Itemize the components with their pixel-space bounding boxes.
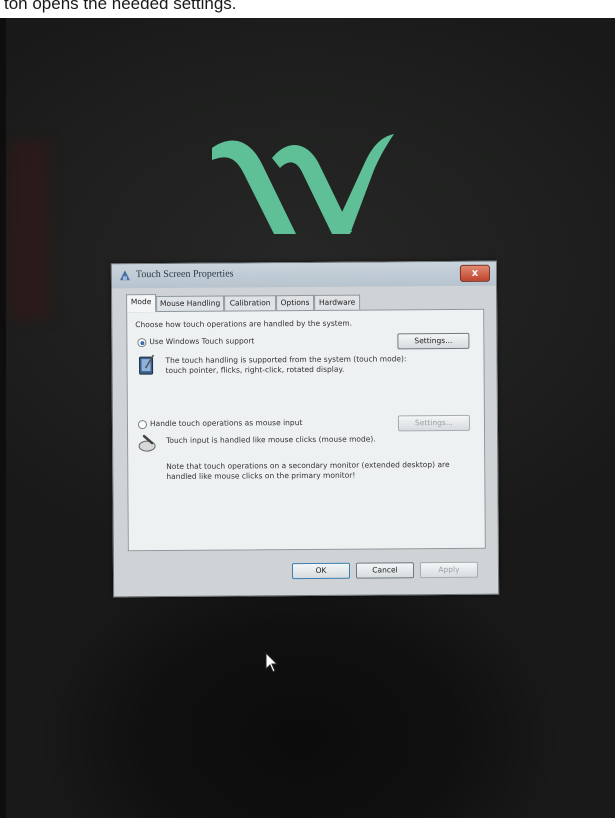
title-bar[interactable]: Touch Screen Properties x bbox=[111, 261, 497, 289]
mouse-input-label: Handle touch operations as mouse input bbox=[149, 418, 303, 429]
apply-button[interactable]: Apply bbox=[419, 561, 479, 579]
windows-touch-radio[interactable] bbox=[137, 338, 147, 348]
caption-text: ton opens the needed settings. bbox=[4, 0, 237, 13]
monitor-bezel bbox=[0, 18, 6, 818]
tablet-pen-icon bbox=[139, 354, 155, 375]
touch-app-icon bbox=[119, 270, 130, 281]
touch-settings-button[interactable]: Settings... bbox=[397, 332, 470, 350]
touch-mode-desc-line2: touch pointer, flicks, right-click, rota… bbox=[165, 364, 345, 375]
close-icon: x bbox=[471, 267, 479, 279]
caption-strip: ton opens the needed settings. bbox=[0, 0, 615, 18]
screen-reflection bbox=[10, 140, 50, 320]
tab-hardware[interactable]: Hardware bbox=[314, 294, 361, 310]
close-button[interactable]: x bbox=[459, 264, 490, 282]
mouse-input-radio[interactable] bbox=[137, 420, 147, 430]
secondary-monitor-note-line1: Note that touch operations on a secondar… bbox=[166, 459, 450, 471]
mode-tab-panel: Choose how touch operations are handled … bbox=[126, 308, 486, 552]
mouse-settings-button[interactable]: Settings... bbox=[397, 414, 471, 432]
cancel-button[interactable]: Cancel bbox=[355, 562, 415, 579]
w-logo-icon bbox=[212, 134, 394, 234]
windows-touch-label: Use Windows Touch support bbox=[149, 336, 255, 347]
window-title: Touch Screen Properties bbox=[135, 268, 234, 281]
secondary-monitor-note-line2: handled like mouse clicks on the primary… bbox=[166, 470, 356, 481]
tab-mouse-handling[interactable]: Mouse Handling bbox=[156, 295, 225, 312]
tab-mode[interactable]: Mode bbox=[126, 294, 157, 313]
touch-mode-desc-line1: The touch handling is supported from the… bbox=[165, 354, 407, 365]
tab-options[interactable]: Options bbox=[276, 294, 315, 311]
mouse-mode-desc: Touch input is handled like mouse clicks… bbox=[166, 434, 376, 445]
mouse-pointer-icon bbox=[265, 652, 279, 673]
finger-touch-icon bbox=[138, 434, 156, 452]
ok-button[interactable]: OK bbox=[291, 562, 351, 580]
intro-text: Choose how touch operations are handled … bbox=[135, 318, 353, 330]
tab-calibration[interactable]: Calibration bbox=[224, 295, 277, 311]
touch-screen-properties-dialog: Touch Screen Properties x Mode Mouse Han… bbox=[110, 260, 500, 598]
